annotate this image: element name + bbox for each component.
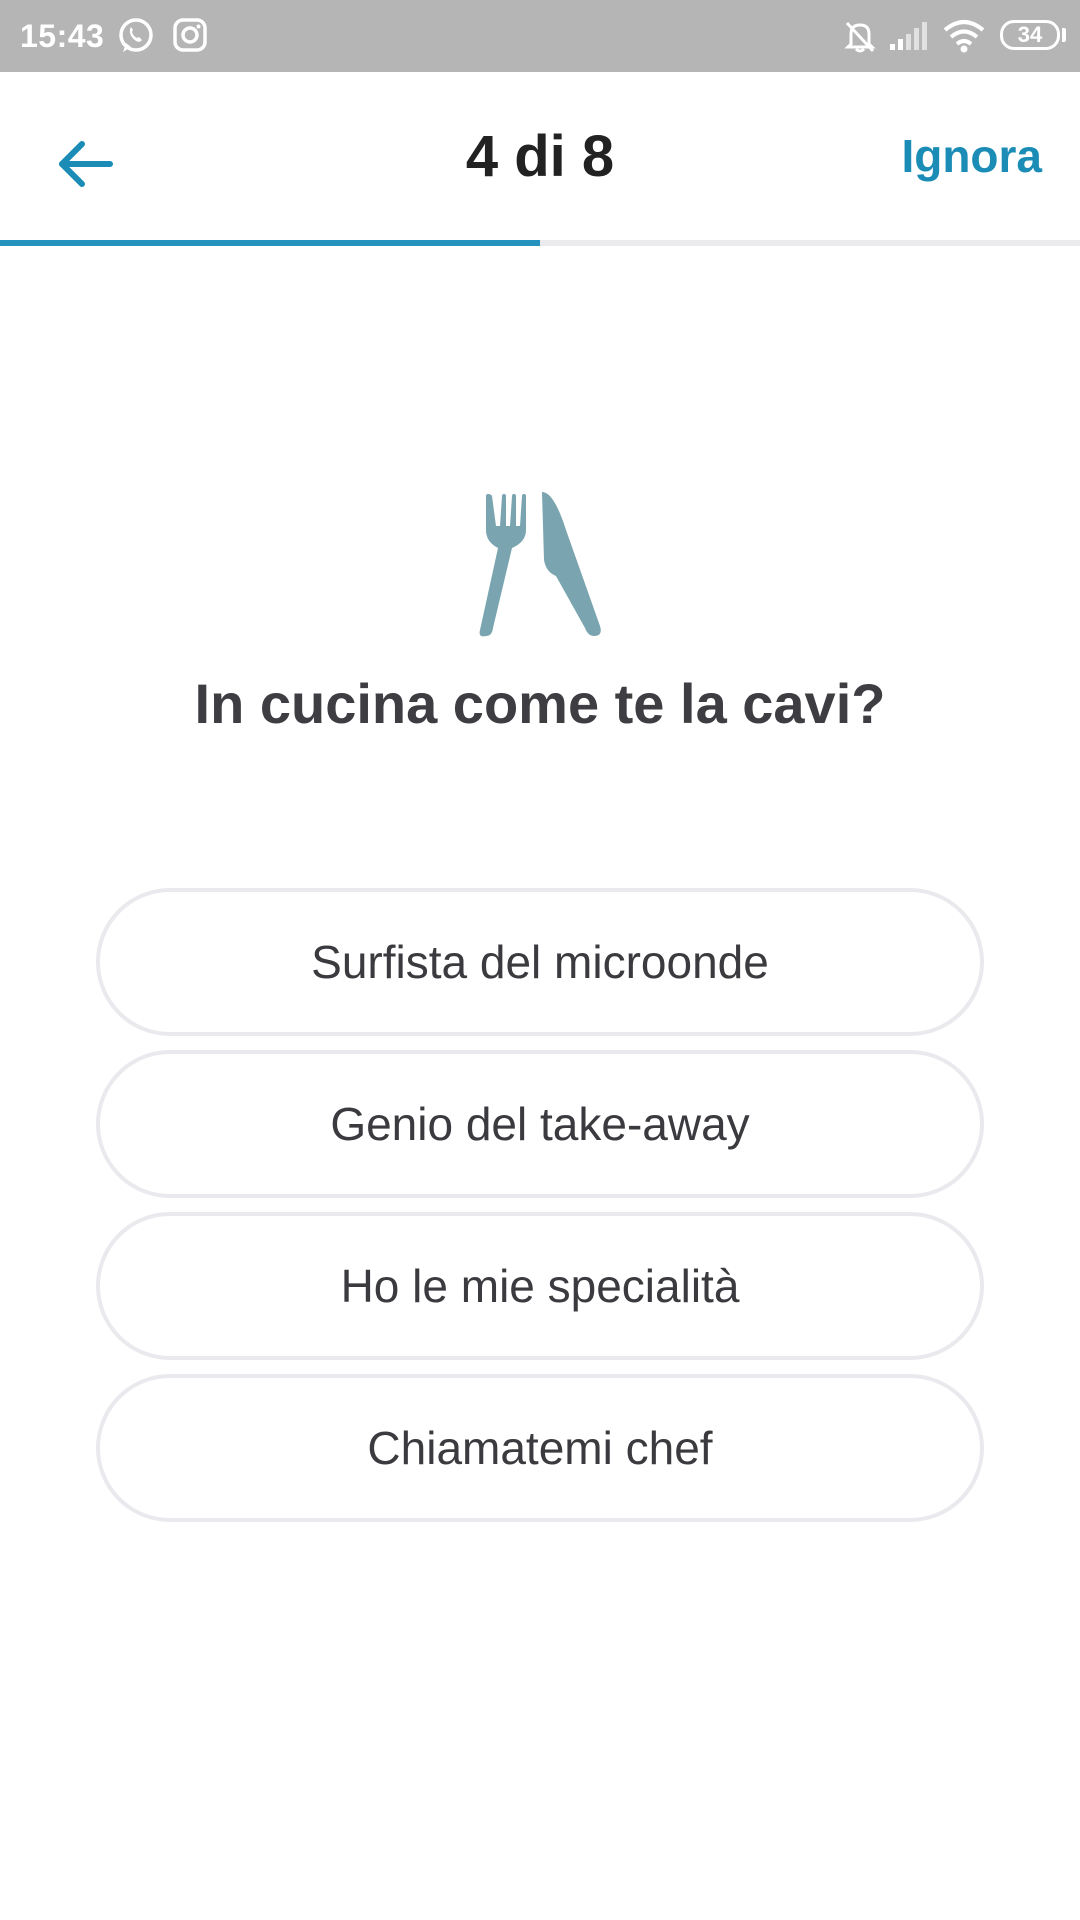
instagram-icon: [173, 18, 207, 52]
back-button[interactable]: [44, 124, 124, 204]
option-button[interactable]: Genio del take-away: [96, 1050, 984, 1198]
battery-indicator: 34: [1000, 20, 1060, 50]
answer-options: Surfista del microonde Genio del take-aw…: [96, 888, 984, 1536]
battery-tip: [1062, 28, 1066, 42]
skip-button[interactable]: Ignora: [901, 126, 1042, 186]
option-button[interactable]: Chiamatemi chef: [96, 1374, 984, 1522]
status-time: 15:43: [20, 18, 105, 54]
wifi-icon: [943, 20, 985, 53]
progress-bar-fill: [0, 240, 540, 246]
app-bar: 4 di 8 Ignora: [0, 72, 1080, 240]
fork-knife-icon: [479, 492, 601, 637]
option-button[interactable]: Surfista del microonde: [96, 888, 984, 1036]
signal-icon: [890, 22, 927, 50]
progress-bar: [0, 240, 1080, 246]
arrow-left-icon: [59, 141, 113, 187]
question-title: In cucina come te la cavi?: [194, 672, 886, 735]
step-counter: 4 di 8: [465, 124, 615, 189]
status-bar: 15:43 34: [0, 0, 1080, 72]
whatsapp-icon: [119, 18, 153, 52]
notifications-off-icon: [844, 21, 876, 53]
option-button[interactable]: Ho le mie specialità: [96, 1212, 984, 1360]
